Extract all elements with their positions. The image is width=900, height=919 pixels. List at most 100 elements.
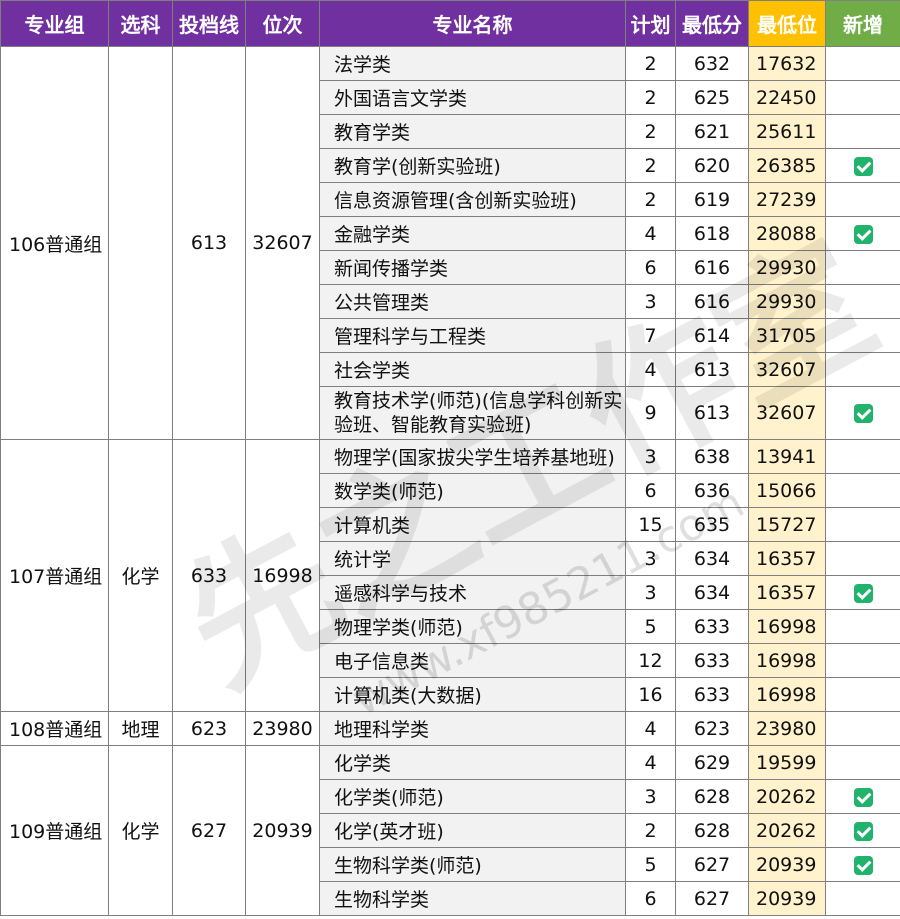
new-cell	[825, 439, 900, 474]
min-position-cell: 20939	[748, 847, 826, 882]
checkmark-icon	[853, 821, 873, 841]
table-row: 107普通组 化学 633 16998 物理学(国家拔尖学生培养基地班) 3 638 1394…	[0, 439, 900, 712]
plan-cell: 3	[625, 575, 676, 610]
plan-cell: 5	[625, 847, 676, 882]
major-name-cell: 统计学	[319, 541, 626, 576]
min-score-cell: 619	[675, 182, 749, 217]
min-position-cell: 23980	[748, 711, 826, 746]
subject-cell	[108, 46, 173, 440]
table-header: 专业组 选科 投档线 位次 专业名称 计划 最低分 最低位 新增	[0, 0, 900, 47]
line-cell: 623	[172, 711, 246, 746]
new-cell	[825, 182, 900, 217]
plan-cell: 5	[625, 609, 676, 644]
plan-cell: 3	[625, 284, 676, 319]
min-position-cell: 26385	[748, 148, 826, 183]
rank-cell: 23980	[245, 711, 320, 746]
new-cell	[825, 386, 900, 440]
major-name-cell: 数学类(师范)	[319, 473, 626, 508]
major-name-cell: 教育学类	[319, 114, 626, 149]
new-cell	[825, 473, 900, 508]
plan-cell: 12	[625, 643, 676, 678]
admission-table: 专业组 选科 投档线 位次 专业名称 计划 最低分 最低位 新增 106普通组 6…	[0, 0, 900, 916]
min-score-cell: 621	[675, 114, 749, 149]
plan-cell: 2	[625, 182, 676, 217]
new-cell	[825, 318, 900, 353]
group-name-cell: 106普通组	[0, 46, 109, 440]
table-row: 108普通组 地理 623 23980 地理科学类 4 623 23980	[0, 711, 900, 746]
plan-cell: 4	[625, 352, 676, 387]
checkmark-icon	[853, 224, 873, 244]
min-score-cell: 625	[675, 80, 749, 115]
major-name-cell: 化学(英才班)	[319, 813, 626, 848]
min-position-cell: 29930	[748, 284, 826, 319]
header-row: 专业组 选科 投档线 位次 专业名称 计划 最低分 最低位 新增	[0, 0, 900, 47]
checkmark-icon	[853, 404, 873, 423]
new-cell	[825, 46, 900, 81]
plan-cell: 2	[625, 80, 676, 115]
plan-cell: 4	[625, 216, 676, 251]
min-position-cell: 15727	[748, 507, 826, 542]
new-cell	[825, 609, 900, 644]
major-name-cell: 公共管理类	[319, 284, 626, 319]
min-position-cell: 28088	[748, 216, 826, 251]
header-plan: 计划	[625, 0, 676, 47]
min-position-cell: 20262	[748, 813, 826, 848]
min-score-cell: 618	[675, 216, 749, 251]
checkmark-icon	[853, 787, 873, 807]
new-cell	[825, 352, 900, 387]
header-group: 专业组	[0, 0, 109, 47]
major-name-cell: 物理学(国家拔尖学生培养基地班)	[319, 439, 626, 474]
min-score-cell: 633	[675, 677, 749, 712]
new-cell	[825, 541, 900, 576]
min-score-cell: 628	[675, 813, 749, 848]
major-name-cell: 管理科学与工程类	[319, 318, 626, 353]
min-position-cell: 31705	[748, 318, 826, 353]
plan-cell: 3	[625, 779, 676, 814]
header-min-position: 最低位	[748, 0, 826, 47]
min-score-cell: 627	[675, 881, 749, 916]
major-name-cell: 地理科学类	[319, 711, 626, 746]
plan-cell: 7	[625, 318, 676, 353]
major-name-cell: 教育学(创新实验班)	[319, 148, 626, 183]
major-name-cell: 外国语言文学类	[319, 80, 626, 115]
min-score-cell: 635	[675, 507, 749, 542]
header-subject: 选科	[108, 0, 173, 47]
header-new: 新增	[825, 0, 900, 47]
new-cell	[825, 643, 900, 678]
group-name-cell: 108普通组	[0, 711, 109, 746]
new-cell	[825, 813, 900, 848]
min-position-cell: 22450	[748, 80, 826, 115]
min-position-cell: 16998	[748, 643, 826, 678]
min-score-cell: 634	[675, 541, 749, 576]
min-position-cell: 17632	[748, 46, 826, 81]
min-position-cell: 29930	[748, 250, 826, 285]
major-name-cell: 遥感科学与技术	[319, 575, 626, 610]
min-score-cell: 620	[675, 148, 749, 183]
header-min-score: 最低分	[675, 0, 749, 47]
min-position-cell: 13941	[748, 439, 826, 474]
plan-cell: 9	[625, 386, 676, 440]
group-name-cell: 107普通组	[0, 439, 109, 712]
table-body: 106普通组 613 32607 法学类 2 632 17632 外国语言文学类 2 625 224…	[0, 46, 900, 916]
min-position-cell: 15066	[748, 473, 826, 508]
plan-cell: 2	[625, 813, 676, 848]
new-cell	[825, 114, 900, 149]
min-score-cell: 616	[675, 284, 749, 319]
plan-cell: 6	[625, 881, 676, 916]
header-rank: 位次	[245, 0, 320, 47]
min-score-cell: 627	[675, 847, 749, 882]
line-cell: 627	[172, 745, 246, 916]
min-score-cell: 633	[675, 643, 749, 678]
new-cell	[825, 250, 900, 285]
new-cell	[825, 575, 900, 610]
rank-cell: 16998	[245, 439, 320, 712]
checkmark-icon	[853, 583, 873, 603]
major-name-cell: 生物科学类	[319, 881, 626, 916]
min-position-cell: 27239	[748, 182, 826, 217]
line-cell: 633	[172, 439, 246, 712]
min-score-cell: 623	[675, 711, 749, 746]
plan-cell: 16	[625, 677, 676, 712]
new-cell	[825, 847, 900, 882]
min-position-cell: 16357	[748, 575, 826, 610]
min-position-cell: 20939	[748, 881, 826, 916]
